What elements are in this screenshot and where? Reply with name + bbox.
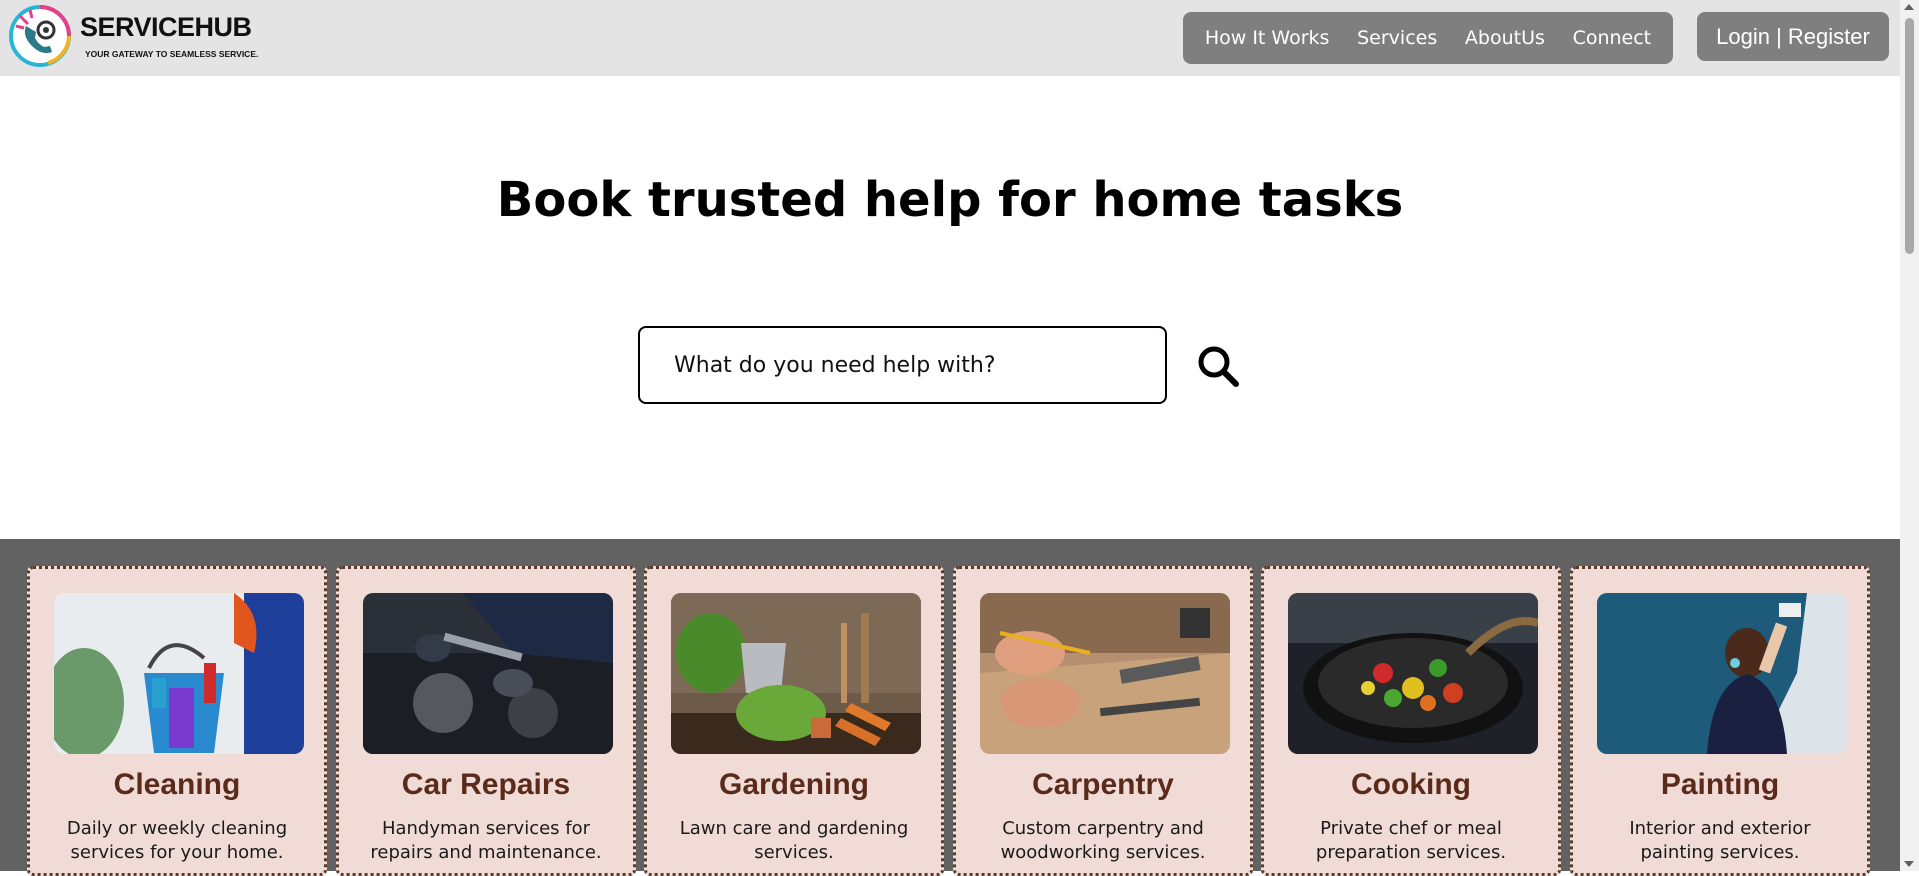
service-description: Interior and exterior painting services.: [1629, 818, 1811, 863]
scroll-up-arrow-icon[interactable]: [1904, 4, 1914, 10]
scroll-down-arrow-icon[interactable]: [1904, 861, 1914, 867]
page-scrollbar[interactable]: [1900, 0, 1919, 871]
service-title: Cleaning: [113, 768, 241, 801]
service-title: Gardening: [718, 768, 869, 801]
nav-services[interactable]: Services: [1357, 27, 1437, 49]
main-nav: How It Works Services AboutUs Connect: [1183, 12, 1673, 64]
painting-photo: [1597, 593, 1847, 754]
service-description: Handyman services for repairs and mainte…: [370, 818, 602, 863]
service-title: Car Repairs: [401, 768, 571, 801]
hero-title: Book trusted help for home tasks: [496, 172, 1404, 228]
brand-name: SERVICEHUB: [80, 12, 252, 42]
scroll-thumb[interactable]: [1905, 18, 1914, 254]
nav-connect[interactable]: Connect: [1573, 27, 1652, 49]
service-card-cleaning[interactable]: Cleaning Daily or weekly cleaning servic…: [27, 566, 327, 876]
cleaning-photo: [54, 593, 304, 754]
service-title: Cooking: [1351, 768, 1471, 801]
service-card-carpentry[interactable]: Carpentry Custom carpentry and woodworki…: [953, 566, 1253, 876]
search-input[interactable]: [638, 326, 1167, 404]
nav-about-us[interactable]: AboutUs: [1465, 27, 1545, 49]
brand-tagline: YOUR GATEWAY TO SEAMLESS SERVICE.: [85, 49, 259, 59]
car-repair-photo: [363, 593, 613, 754]
carpentry-photo: [980, 593, 1230, 754]
service-description: Daily or weekly cleaning services for yo…: [66, 818, 288, 863]
service-card-painting[interactable]: Painting Interior and exterior painting …: [1570, 566, 1870, 876]
service-description: Private chef or meal preparation service…: [1315, 818, 1507, 863]
gardening-photo: [671, 593, 921, 754]
nav-how-it-works[interactable]: How It Works: [1205, 27, 1330, 49]
service-description: Lawn care and gardening services.: [679, 818, 909, 863]
phone-gear-logo-icon: [9, 5, 71, 67]
service-title: Painting: [1660, 768, 1780, 801]
service-card-cooking[interactable]: Cooking Private chef or meal preparation…: [1261, 566, 1561, 876]
search-icon[interactable]: [1196, 344, 1240, 388]
service-title: Carpentry: [1032, 768, 1174, 801]
service-card-car-repairs[interactable]: Car Repairs Handyman services for repair…: [336, 566, 636, 876]
service-card-gardening[interactable]: Gardening Lawn care and gardening servic…: [644, 566, 944, 876]
brand-logo[interactable]: SERVICEHUB YOUR GATEWAY TO SEAMLESS SERV…: [8, 4, 258, 68]
cooking-photo: [1288, 593, 1538, 754]
service-description: Custom carpentry and woodworking service…: [1000, 818, 1206, 863]
site-header: SERVICEHUB YOUR GATEWAY TO SEAMLESS SERV…: [0, 0, 1900, 76]
login-register-button[interactable]: Login | Register: [1697, 12, 1889, 61]
